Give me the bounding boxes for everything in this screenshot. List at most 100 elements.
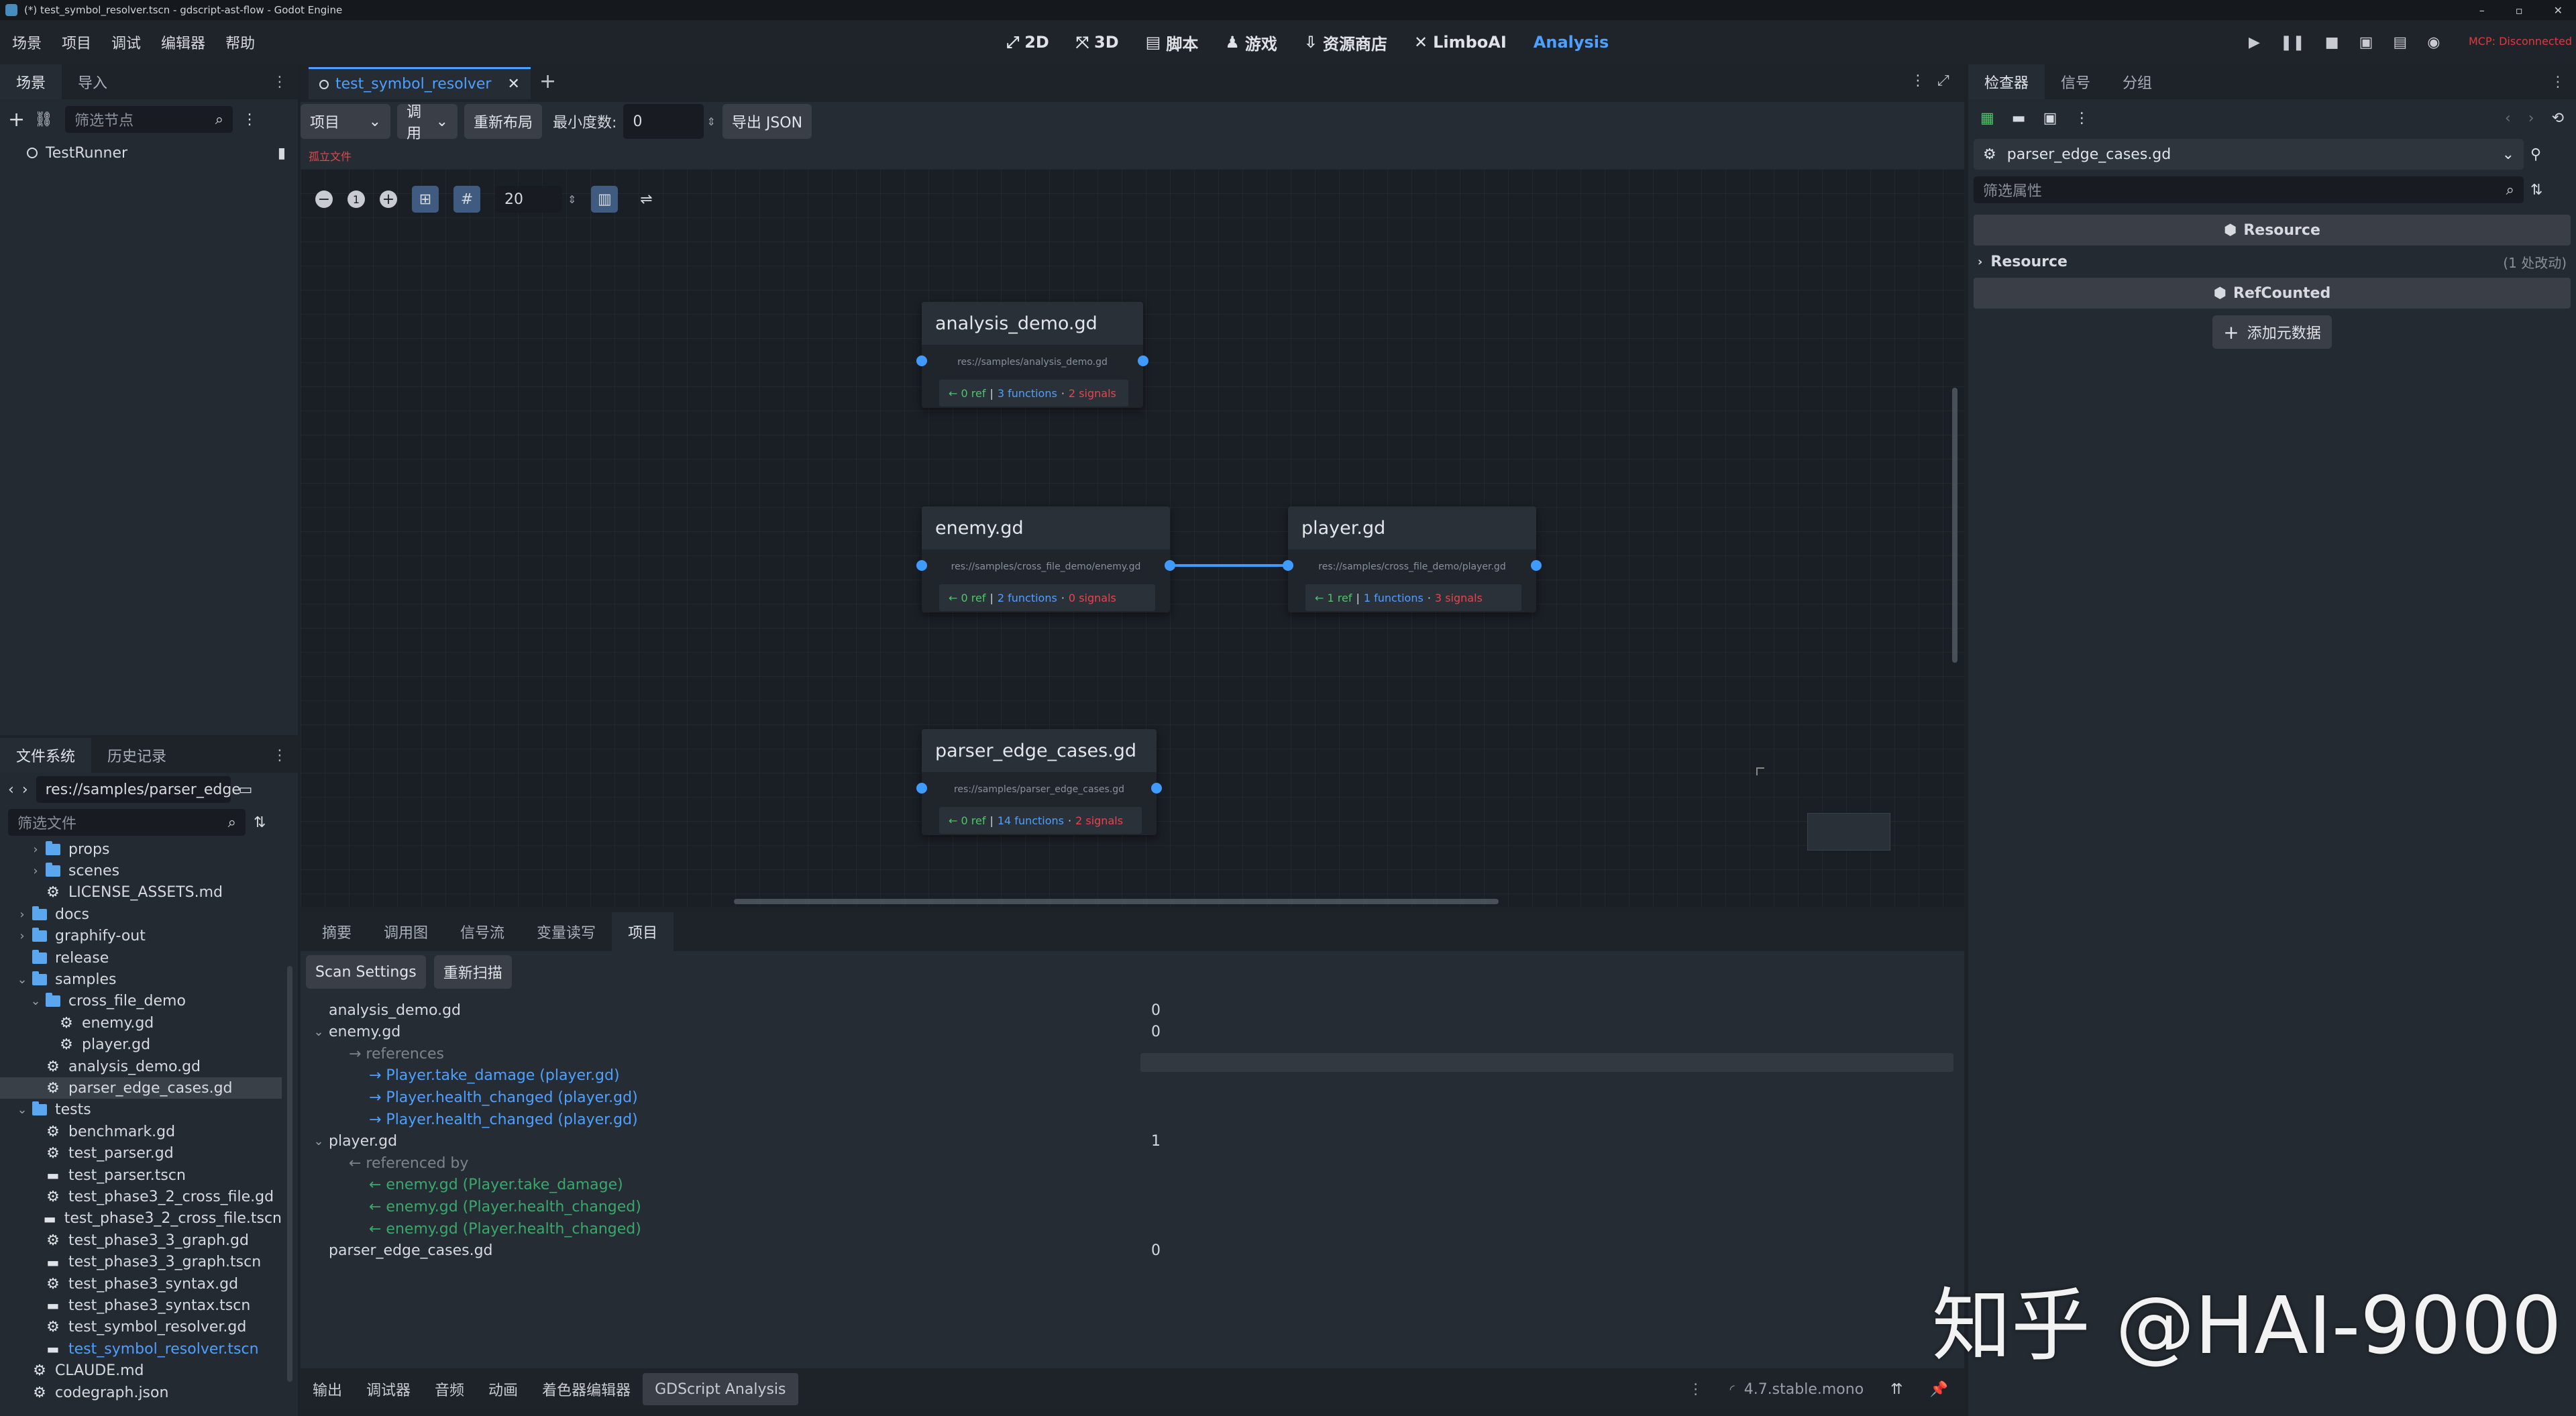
chevron-right-icon[interactable]: ›	[16, 929, 28, 943]
object-tree-icon[interactable]: ⚲	[2530, 146, 2541, 163]
workspace-limboai[interactable]: ✕ LimboAI	[1414, 33, 1507, 52]
minimize-icon[interactable]: –	[2479, 4, 2485, 17]
tab-shader-editor[interactable]: 着色器编辑器	[530, 1368, 643, 1410]
open-folder-icon[interactable]: ▬	[2012, 110, 2026, 127]
kebab-menu-icon[interactable]: ⋮	[242, 111, 257, 128]
graph-node[interactable]: parser_edge_cases.gd res://samples/parse…	[916, 729, 1162, 835]
results-row[interactable]: ← referenced by	[301, 1152, 1951, 1174]
kebab-menu-icon[interactable]: ⋮	[272, 747, 287, 764]
back-icon[interactable]: ‹	[8, 781, 14, 798]
add-tab-icon[interactable]: +	[539, 70, 556, 93]
kebab-menu-icon[interactable]: ⋮	[1688, 1381, 1703, 1398]
chevron-down-icon[interactable]: ⌄	[16, 973, 28, 987]
file-tree-item[interactable]: ⌄ cross_file_demo	[0, 991, 282, 1012]
input-port[interactable]	[1283, 560, 1293, 571]
menu-debug[interactable]: 调试	[111, 32, 141, 53]
expand-panel-icon[interactable]: ⇈	[1890, 1381, 1902, 1398]
chevron-down-icon[interactable]: ⌄	[16, 1103, 28, 1117]
tab-signals[interactable]: 信号	[2045, 64, 2106, 99]
chevron-right-icon[interactable]: ›	[30, 864, 42, 878]
tab-animation[interactable]: 动画	[476, 1368, 530, 1410]
file-tree-item[interactable]: ⚙ CLAUDE.md	[0, 1360, 282, 1382]
file-tree-item[interactable]: ⚙ LICENSE_ASSETS.md	[0, 882, 282, 904]
minimap[interactable]	[1807, 813, 1890, 851]
workspace-game[interactable]: ♟ 游戏	[1225, 31, 1277, 54]
spin-arrows-icon[interactable]: ⇕	[706, 115, 715, 128]
mode-dropdown[interactable]: 调用 ⌄	[397, 104, 458, 142]
script-attached-icon[interactable]: ▮	[278, 145, 286, 162]
results-row[interactable]: ← enemy.gd (Player.take_damage)	[301, 1175, 1951, 1196]
file-tree-item[interactable]: ⚙ test_phase3_syntax.gd	[0, 1273, 282, 1295]
editor-tab[interactable]: test_symbol_resolver ✕	[309, 67, 531, 99]
file-tree-item[interactable]: ⚙ test_parser.gd	[0, 1143, 282, 1164]
file-tree-item[interactable]: ⚙ analysis_demo.gd	[0, 1056, 282, 1077]
kebab-menu-icon[interactable]: ⋮	[2551, 74, 2565, 91]
chevron-down-icon[interactable]: ⌄	[30, 994, 42, 1008]
horizontal-scrollbar[interactable]	[734, 899, 1499, 904]
results-row[interactable]: → Player.health_changed (player.gd)	[301, 1087, 1951, 1108]
file-tree-item[interactable]: ⚙ test_symbol_resolver.gd	[0, 1317, 282, 1338]
split-view-icon[interactable]: ▭	[239, 781, 253, 798]
chevron-down-icon[interactable]: ⌄	[313, 1134, 325, 1148]
graph-node[interactable]: enemy.gd res://samples/cross_file_demo/e…	[916, 506, 1175, 612]
workspace-2d[interactable]: ⤢ 2D	[1006, 33, 1049, 52]
filter-properties-input[interactable]: 筛选属性 ⌕	[1974, 176, 2524, 203]
file-tree-item[interactable]: › graphify-out	[0, 926, 282, 947]
results-row[interactable]: ← enemy.gd (Player.health_changed)	[301, 1196, 1951, 1217]
file-tree-item[interactable]: ▬ test_phase3_2_cross_file.tscn	[0, 1208, 282, 1230]
tab-filesystem[interactable]: 文件系统	[0, 738, 92, 773]
tab-summary[interactable]: 摘要	[306, 912, 368, 951]
save-icon[interactable]: ▣	[2043, 110, 2057, 127]
chevron-right-icon[interactable]: ›	[16, 908, 28, 922]
tab-groups[interactable]: 分组	[2106, 64, 2168, 99]
play-icon[interactable]: ▶	[2249, 34, 2260, 51]
file-tree-item[interactable]: ⚙ codegraph.json	[0, 1382, 282, 1403]
file-tree-item[interactable]: › docs	[0, 904, 282, 925]
input-port[interactable]	[916, 356, 927, 366]
menu-project[interactable]: 项目	[62, 32, 91, 53]
minimap-toggle-icon[interactable]: ▥	[591, 186, 619, 213]
tab-gdscript-analysis[interactable]: GDScript Analysis	[643, 1373, 798, 1405]
results-row[interactable]: parser_edge_cases.gd 0	[301, 1240, 1951, 1262]
tab-signal-flow[interactable]: 信号流	[444, 912, 521, 951]
file-tree-item[interactable]: ▬ test_phase3_3_graph.tscn	[0, 1252, 282, 1273]
add-metadata-button[interactable]: + 添加元数据	[2212, 315, 2332, 349]
stop-icon[interactable]: ■	[2325, 34, 2339, 51]
tab-call-graph[interactable]: 调用图	[368, 912, 444, 951]
fullscreen-icon[interactable]: ⤢	[1937, 72, 1949, 89]
close-icon[interactable]: ✕	[2554, 4, 2563, 17]
output-port[interactable]	[1151, 783, 1162, 794]
results-row[interactable]: analysis_demo.gd 0	[301, 999, 1951, 1021]
results-row[interactable]: ← enemy.gd (Player.health_changed)	[301, 1218, 1951, 1240]
scene-tree-root[interactable]: TestRunner ▮	[0, 140, 298, 166]
input-port[interactable]	[916, 783, 927, 794]
play-scene-icon[interactable]: ▣	[2359, 34, 2373, 51]
file-tree-item[interactable]: ⚙ test_phase3_3_graph.gd	[0, 1230, 282, 1251]
sort-icon[interactable]: ⇅	[254, 814, 266, 831]
file-tree-item[interactable]: ⌄ samples	[0, 969, 282, 990]
tab-import[interactable]: 导入	[62, 64, 123, 99]
restore-icon[interactable]: ▫	[2516, 4, 2523, 17]
graph-node[interactable]: player.gd res://samples/cross_file_demo/…	[1283, 506, 1542, 612]
menu-scene[interactable]: 场景	[12, 32, 42, 53]
tab-variable-rw[interactable]: 变量读写	[521, 912, 612, 951]
spin-arrows-icon[interactable]: ⇕	[568, 193, 576, 206]
tab-output[interactable]: 输出	[301, 1368, 354, 1410]
play-custom-scene-icon[interactable]: ▤	[2393, 34, 2407, 51]
file-tree-item[interactable]: ⌄ tests	[0, 1099, 282, 1121]
file-tree-item[interactable]: ⚙ parser_edge_cases.gd	[0, 1077, 282, 1099]
file-tree-item[interactable]: ⚙ player.gd	[0, 1034, 282, 1056]
kebab-menu-icon[interactable]: ⋮	[1911, 72, 1925, 89]
results-row[interactable]: ⌄ enemy.gd 0	[301, 1022, 1951, 1043]
close-icon[interactable]: ✕	[507, 76, 519, 93]
results-row[interactable]: ⌄ player.gd 1	[301, 1131, 1951, 1152]
workspace-analysis[interactable]: Analysis	[1534, 33, 1609, 52]
menu-editor[interactable]: 编辑器	[161, 32, 205, 53]
chevron-down-icon[interactable]: ⌄	[313, 1025, 325, 1039]
pin-icon[interactable]: 📌	[1930, 1381, 1948, 1398]
sort-icon[interactable]: ⇅	[2530, 182, 2542, 199]
workspace-3d[interactable]: ⤧ 3D	[1076, 33, 1119, 52]
zoom-in-icon[interactable]: +	[380, 190, 397, 208]
file-tree-item[interactable]: ⚙ benchmark.gd	[0, 1121, 282, 1142]
show-grid-icon[interactable]: #	[453, 186, 480, 213]
